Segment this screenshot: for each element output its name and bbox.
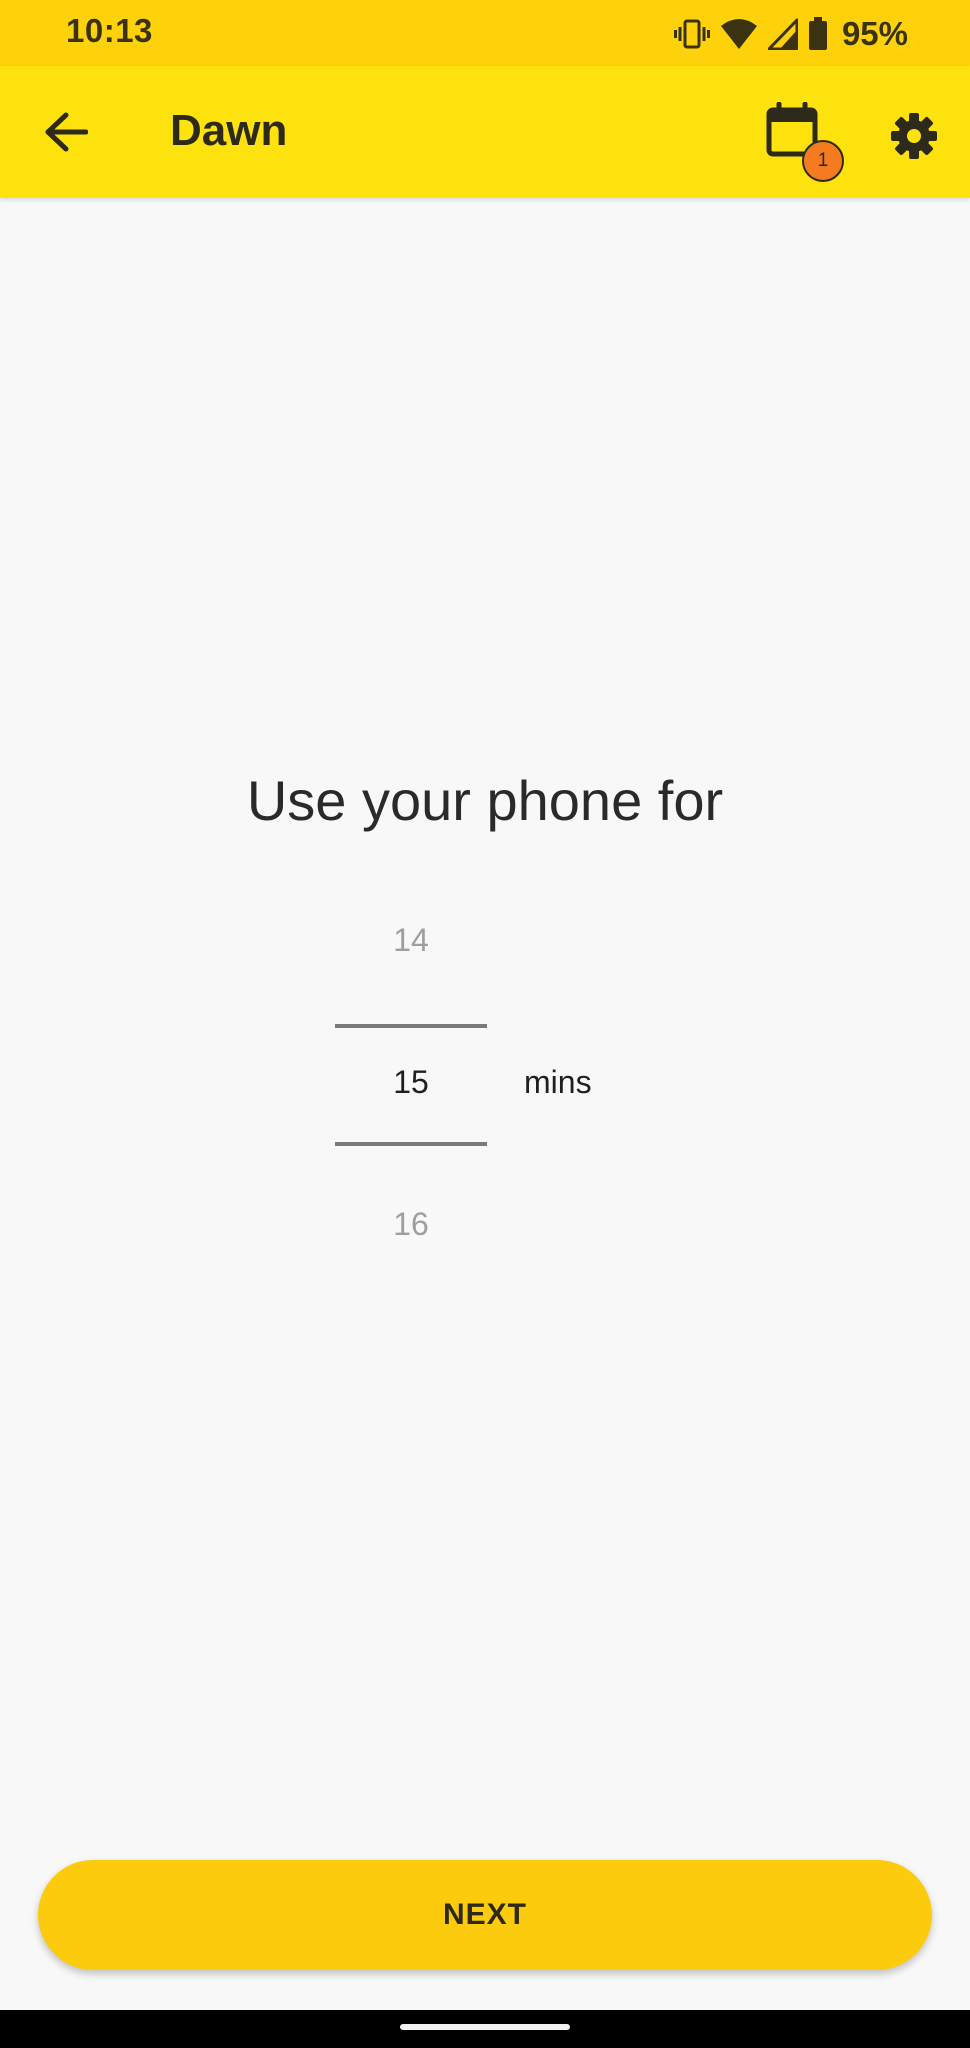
wifi-icon [720,18,758,50]
arrow-back-icon [44,112,89,157]
prompt-text: Use your phone for [246,769,724,832]
picker-selected-value[interactable]: 15 [335,1064,487,1101]
picker-divider-top [335,1024,487,1028]
screen: 10:13 95% Dawn 1 Use your phone for 14 1… [0,0,970,2048]
notification-badge: 1 [802,140,844,182]
unit-label: mins [524,1064,592,1100]
gear-icon [890,112,938,165]
app-bar: Dawn 1 [0,66,970,198]
next-button-label: NEXT [442,1898,527,1931]
battery-percent: 95% [841,15,908,52]
picker-next-value[interactable]: 16 [335,1206,487,1243]
settings-button[interactable] [882,106,946,170]
navigation-bar [0,2010,970,2048]
status-time: 10:13 [66,12,153,49]
next-button[interactable]: NEXT [38,1860,932,1970]
status-icons: 95% [673,14,908,54]
calendar-button[interactable]: 1 [766,101,850,186]
battery-icon [808,17,828,51]
picker-divider-bottom [335,1142,487,1146]
picker-previous-value[interactable]: 14 [335,922,487,959]
status-bar: 10:13 95% [0,0,970,66]
page-title: Dawn [170,106,288,155]
signal-icon [767,18,798,50]
minutes-picker[interactable]: 14 15 16 [335,900,487,1260]
back-button[interactable] [30,98,102,170]
vibrate-icon [673,17,710,51]
home-handle[interactable] [400,2024,570,2030]
